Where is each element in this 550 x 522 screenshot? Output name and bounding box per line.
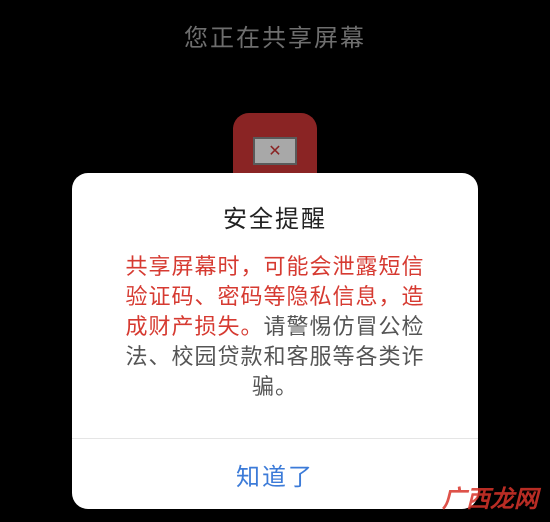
message-text: 法、校园贷款和客服等各类诈 bbox=[125, 345, 425, 370]
message-warning-text: 成财产损失。 bbox=[125, 315, 264, 340]
message-line: 成财产损失。请警惕仿冒公检 bbox=[114, 313, 436, 343]
message-text: 请警惕仿冒公检 bbox=[263, 315, 425, 340]
message-line: 共享屏幕时，可能会泄露短信 bbox=[114, 253, 436, 283]
message-text: 骗。 bbox=[251, 375, 298, 400]
message-warning-text: 验证码、密码等隐私信息，造 bbox=[125, 285, 425, 310]
message-line: 验证码、密码等隐私信息，造 bbox=[114, 283, 436, 313]
dialog-message: 共享屏幕时，可能会泄露短信 验证码、密码等隐私信息，造 成财产损失。请警惕仿冒公… bbox=[114, 253, 436, 403]
watermark-logo: 广西龙网 bbox=[442, 485, 538, 513]
message-line: 法、校园贷款和客服等各类诈 bbox=[114, 343, 436, 373]
confirm-button[interactable]: 知道了 bbox=[72, 439, 478, 509]
message-warning-text: 共享屏幕时，可能会泄露短信 bbox=[125, 255, 425, 280]
close-icon: ✕ bbox=[253, 137, 297, 165]
close-icon-glyph: ✕ bbox=[268, 141, 282, 160]
security-alert-dialog: 安全提醒 共享屏幕时，可能会泄露短信 验证码、密码等隐私信息，造 成财产损失。请… bbox=[72, 173, 478, 509]
dialog-title: 安全提醒 bbox=[223, 205, 327, 233]
screen-sharing-title: 您正在共享屏幕 bbox=[184, 24, 366, 52]
message-line: 骗。 bbox=[114, 373, 436, 403]
